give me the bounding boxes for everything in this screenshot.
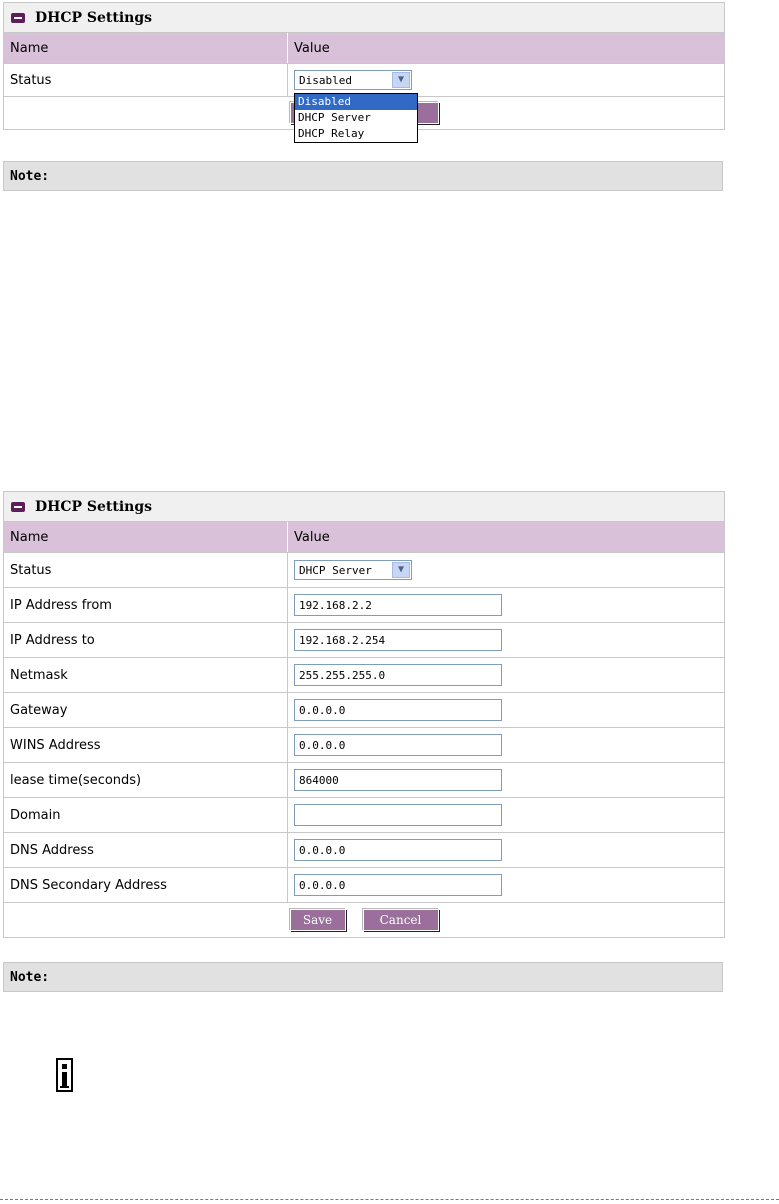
field-label: IP Address from [4, 588, 288, 622]
field-label: Netmask [4, 658, 288, 692]
lease-time-input[interactable]: 864000 [294, 769, 502, 791]
status-select[interactable]: DHCP Server ▼ [294, 560, 412, 580]
table-row-wins: WINS Address 0.0.0.0 [4, 728, 724, 763]
field-label: WINS Address [4, 728, 288, 762]
info-icon [56, 1058, 73, 1092]
field-label: Domain [4, 798, 288, 832]
table-header-row: Name Value [4, 522, 724, 553]
table-row-gateway: Gateway 0.0.0.0 [4, 693, 724, 728]
table-row-status: Status DHCP Server ▼ [4, 553, 724, 588]
field-label: DNS Secondary Address [4, 868, 288, 902]
gateway-input[interactable]: 0.0.0.0 [294, 699, 502, 721]
status-select-value: DHCP Server [299, 563, 372, 577]
dropdown-option-dhcp-relay[interactable]: DHCP Relay [295, 126, 417, 142]
table-row-domain: Domain [4, 798, 724, 833]
table-row-dns-secondary: DNS Secondary Address 0.0.0.0 [4, 868, 724, 903]
panel-header: DHCP Settings [4, 3, 724, 33]
table-row-ip-from: IP Address from 192.168.2.2 [4, 588, 724, 623]
dns-secondary-address-input[interactable]: 0.0.0.0 [294, 874, 502, 896]
field-label: lease time(seconds) [4, 763, 288, 797]
domain-input[interactable] [294, 804, 502, 826]
note-bar-2: Note: [3, 962, 723, 992]
dropdown-option-disabled[interactable]: Disabled [295, 94, 417, 110]
field-label: Gateway [4, 693, 288, 727]
status-select-value: Disabled [299, 73, 352, 87]
panel-minus-icon[interactable] [11, 12, 25, 23]
save-button[interactable]: Save [289, 909, 346, 931]
column-header-name: Name [4, 33, 288, 63]
ip-address-from-input[interactable]: 192.168.2.2 [294, 594, 502, 616]
table-row-lease-time: lease time(seconds) 864000 [4, 763, 724, 798]
dns-address-input[interactable]: 0.0.0.0 [294, 839, 502, 861]
status-label: Status [4, 553, 288, 587]
field-label: IP Address to [4, 623, 288, 657]
table-row-ip-to: IP Address to 192.168.2.254 [4, 623, 724, 658]
column-header-value: Value [294, 529, 330, 545]
status-dropdown-list[interactable]: Disabled DHCP Server DHCP Relay [294, 93, 418, 143]
panel-title: DHCP Settings [35, 9, 153, 26]
page-divider [0, 1199, 779, 1200]
field-label: DNS Address [4, 833, 288, 867]
panel-header: DHCP Settings [4, 492, 724, 522]
dropdown-option-dhcp-server[interactable]: DHCP Server [295, 110, 417, 126]
netmask-input[interactable]: 255.255.255.0 [294, 664, 502, 686]
dhcp-settings-panel-2: DHCP Settings Name Value Status DHCP Ser… [3, 491, 725, 938]
table-row-dns: DNS Address 0.0.0.0 [4, 833, 724, 868]
chevron-down-icon[interactable]: ▼ [392, 72, 410, 88]
status-select[interactable]: Disabled ▼ [294, 70, 412, 90]
cancel-button[interactable]: Cancel [362, 909, 439, 931]
status-label: Status [4, 64, 288, 96]
column-header-value: Value [294, 40, 330, 56]
table-header-row: Name Value [4, 33, 724, 64]
note-bar-1: Note: [3, 161, 723, 191]
column-header-name: Name [4, 522, 288, 552]
panel-minus-icon[interactable] [11, 501, 25, 512]
button-row: Save Cancel [4, 903, 724, 937]
table-row-netmask: Netmask 255.255.255.0 [4, 658, 724, 693]
panel-title: DHCP Settings [35, 498, 153, 515]
chevron-down-icon[interactable]: ▼ [392, 562, 410, 578]
wins-address-input[interactable]: 0.0.0.0 [294, 734, 502, 756]
ip-address-to-input[interactable]: 192.168.2.254 [294, 629, 502, 651]
